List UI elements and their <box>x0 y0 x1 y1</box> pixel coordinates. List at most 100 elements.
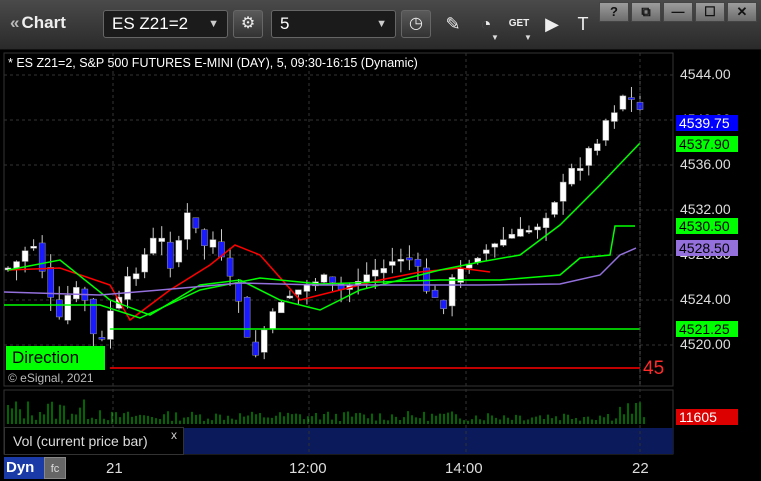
candle-down <box>628 97 635 100</box>
window-controls: ? ⧉ — ☐ ✕ <box>599 2 757 22</box>
time-button[interactable]: ◷ <box>401 10 431 38</box>
volume-pane-strip <box>184 428 673 454</box>
maximize-icon: ☐ <box>704 4 716 19</box>
candle-up <box>184 212 191 240</box>
candle-up <box>260 329 268 353</box>
candle-up <box>448 277 456 307</box>
chart-info: * ES Z21=2, S&P 500 FUTURES E-MINI (DAY)… <box>8 56 418 70</box>
app-title: «Chart <box>10 13 66 33</box>
help-button[interactable]: ? <box>599 2 629 22</box>
candle-up <box>13 261 20 269</box>
price-badge-ma-slow: 4528.50 <box>676 240 738 256</box>
candle-up <box>397 258 405 262</box>
copyright: © eSignal, 2021 <box>8 371 94 385</box>
price-tick: 4532.00 <box>680 201 731 217</box>
price-tick: 4520.00 <box>680 336 731 352</box>
candle-down <box>431 289 439 298</box>
candle-down <box>235 281 242 302</box>
candle-up <box>534 226 541 231</box>
draw-tool-button[interactable]: ✎ <box>438 10 468 38</box>
gear-icon: ⚙ <box>240 15 256 32</box>
candle-up <box>303 284 311 292</box>
pencil-icon: ✎ <box>445 14 461 34</box>
candle-up <box>64 295 72 321</box>
symbol-selector[interactable]: ES Z21=2 ▼ <box>103 10 228 38</box>
candle-up <box>278 302 285 314</box>
candle-down <box>243 296 251 338</box>
get-button[interactable]: GET ▼ <box>504 10 534 42</box>
candle-up <box>500 239 507 246</box>
candle-up <box>149 237 157 254</box>
candle-down <box>414 258 422 267</box>
candle-down <box>406 257 413 261</box>
interval-selector[interactable]: 5 ▼ <box>271 10 396 38</box>
studies-button[interactable]: ◔ ▼ <box>471 10 501 42</box>
candle-up <box>594 143 601 151</box>
chevron-down-icon: ▼ <box>491 33 499 42</box>
price-tick: 4536.00 <box>680 156 731 172</box>
candle-up <box>491 243 499 248</box>
candle-down <box>98 337 106 340</box>
price-chart[interactable] <box>0 50 761 455</box>
interval-value: 5 <box>280 14 290 33</box>
candle-down <box>329 276 336 283</box>
candle-up <box>619 95 627 110</box>
chevron-down-icon: ▼ <box>208 18 219 30</box>
ma-slow-line <box>3 247 637 296</box>
price-badge-level: 4521.25 <box>676 321 738 337</box>
symbol-value: ES Z21=2 <box>112 14 189 33</box>
candle-up <box>158 237 165 242</box>
time-tick: 22 <box>632 460 649 477</box>
candle-up <box>363 274 370 284</box>
direction-label: Direction <box>6 346 105 370</box>
settings-gear-button[interactable]: ⚙ <box>233 10 263 38</box>
candle-up <box>209 239 217 248</box>
candle-down <box>440 299 447 309</box>
double-chevron-icon[interactable]: « <box>10 13 19 32</box>
time-tick: 14:00 <box>445 460 483 477</box>
candle-down <box>55 299 63 318</box>
minimize-button[interactable]: — <box>663 2 693 22</box>
help-icon: ? <box>610 4 618 19</box>
candle-up <box>585 147 593 166</box>
app-title-text: Chart <box>21 13 66 32</box>
candle-down <box>38 242 46 272</box>
candle-up <box>21 250 29 262</box>
candle-up <box>73 287 80 300</box>
candle-up <box>576 168 584 171</box>
candle-down <box>201 229 208 246</box>
fc-icon[interactable]: fc <box>44 457 66 479</box>
minimize-icon: — <box>671 4 685 19</box>
candle-down <box>192 217 200 229</box>
price-tick: 4524.00 <box>680 291 731 307</box>
close-icon[interactable]: x <box>171 428 177 442</box>
candle-up <box>508 233 516 239</box>
candle-up <box>30 246 37 249</box>
dynamic-button[interactable]: Dyn <box>4 457 44 479</box>
ma-fast-line <box>7 142 641 316</box>
candle-up <box>559 181 567 202</box>
text-tool-button[interactable]: T <box>568 10 598 38</box>
text-tool-icon: T <box>577 14 589 34</box>
price-pane-border <box>3 52 674 387</box>
candle-up <box>175 240 183 263</box>
candle-up <box>295 289 302 295</box>
candle-up <box>124 276 131 300</box>
bar-count-label: 45 <box>643 358 665 379</box>
maximize-button[interactable]: ☐ <box>695 2 725 22</box>
float-button[interactable]: ⧉ <box>631 2 661 22</box>
price-tick: 4544.00 <box>680 66 731 82</box>
candle-up <box>132 273 140 280</box>
candle-up <box>525 230 533 233</box>
close-button[interactable]: ✕ <box>727 2 757 22</box>
candle-up <box>371 269 379 277</box>
volume-label[interactable]: Vol (current price bar) <box>4 427 184 455</box>
toolbar: «Chart ES Z21=2 ▼ ⚙ 5 ▼ ◷ ✎ ◔ ▼ GET ▼ ▶ T … <box>0 0 761 50</box>
time-tick: 12:00 <box>289 460 327 477</box>
candle-up <box>551 202 558 215</box>
candle-down <box>167 241 174 269</box>
forward-button[interactable]: ▶ <box>537 10 567 38</box>
candle-up <box>483 249 490 254</box>
float-icon: ⧉ <box>641 4 651 19</box>
candle-up <box>517 228 524 237</box>
